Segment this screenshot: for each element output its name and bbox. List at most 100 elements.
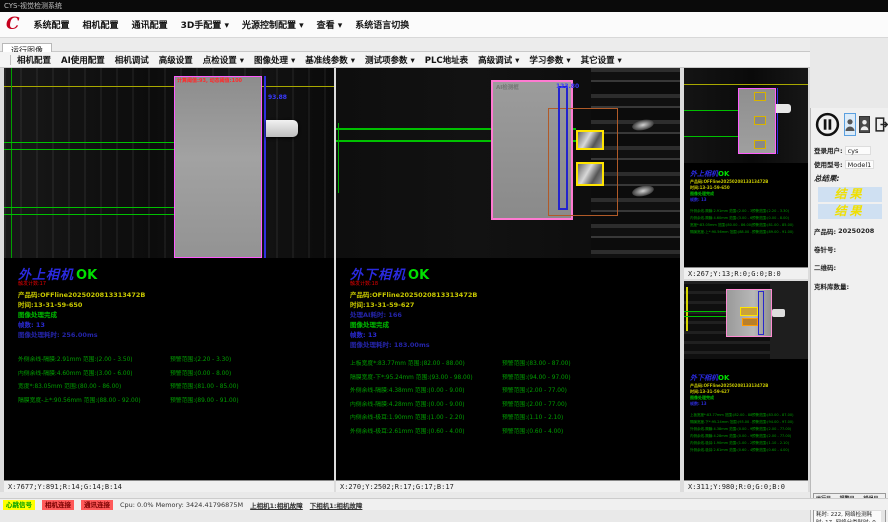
model-label: 使用型号: (814, 159, 843, 169)
menu-item-camera-config[interactable]: 相机配置 (83, 18, 119, 31)
camera-title: 外下相机OK (690, 373, 808, 383)
measurement-row: 上板宽度*:83.77mm 范围:(82.00 - 88.00)预警范围:(83… (350, 358, 680, 372)
measurement-row: 内侧余线-极耳:1.90mm 范围:(1.00 - 2.20)预警范围:(1.1… (690, 440, 808, 447)
tool-advanced-settings[interactable]: 高级设置 (159, 54, 193, 66)
frame-count-line: 帧数: 13 (350, 330, 680, 340)
reel-number-label: 卷针号: (814, 244, 836, 254)
overlay-blue-line (264, 76, 266, 258)
measurement-warn: 预警范围:(0.00 - 8.00) (170, 368, 231, 382)
login-user-button[interactable] (844, 113, 856, 136)
result-text-area: 外上相机OK 触发计数:17 产品码:OFFline20250208133134… (4, 258, 334, 480)
camera-name: 外下相机 (690, 374, 718, 382)
menu-item-language-switch[interactable]: 系统语言切换 (355, 18, 409, 31)
tool-baseline-params[interactable]: 基准线参数 ▾ (305, 54, 355, 66)
pause-button[interactable] (814, 111, 841, 138)
measurement-warn: 预警范围:(2.00 - 77.00) (502, 385, 567, 399)
window-title: CYS-视觉检测系统 (4, 2, 62, 10)
camera-image-small-bottom[interactable] (684, 281, 808, 359)
overlay-green-vline (338, 123, 339, 193)
comm-connection-badge: 通讯连接 (81, 500, 113, 510)
measurement-value: 外侧余线-隔膜:4.38mm 范围:(0.00 - 9.00) (690, 426, 752, 433)
measure-blue-box (558, 86, 568, 210)
camera-image-outer-upper[interactable]: 计算阈值:93, 动态阈值:100 93.88 (4, 68, 334, 258)
measurement-row: 宽度*:83.05mm 范围:(80.00 - 86.00)预警范围:(81.0… (690, 222, 808, 229)
menu-item-view[interactable]: 查看 ▾ (317, 18, 343, 31)
tab-detect-box (740, 307, 758, 316)
pixel-status-bar: X:7677;Y:891;R:14;G:14;B:14 (4, 480, 334, 492)
measurement-value: 内侧余线-隔膜:4.28mm 范围:(0.00 - 9.00) (690, 433, 752, 440)
measurement-warn: 预警范围:(83.00 - 87.00) (752, 412, 793, 419)
titlebar[interactable]: CYS-视觉检测系统 (0, 0, 888, 12)
measurement-list: 外侧余线-隔膜:2.91mm 范围:(2.00 - 3.50)预警范围:(2.2… (690, 208, 808, 236)
overlay-yellow-line (686, 287, 688, 331)
menu-item-3d-config[interactable]: 3D手配置 ▾ (181, 18, 229, 31)
result-ok-label: OK (718, 170, 729, 178)
measurement-list: 上板宽度*:83.77mm 范围:(82.00 - 88.00)预警范围:(83… (350, 358, 680, 439)
pixel-status-bar: X:270;Y:2502;R:17;G:17;B:17 (336, 480, 680, 492)
product-code-line: 产品码:OFFline2025020813313472B (18, 290, 334, 300)
measurement-warn: 预警范围:(1.10 - 2.10) (752, 440, 789, 447)
measure-value-label: 93.88 (268, 94, 287, 101)
result-ok-label: OK (76, 268, 97, 283)
tool-spot-check-settings[interactable]: 点检设置 ▾ (203, 54, 244, 66)
measurement-warn: 预警范围:(81.00 - 85.00) (170, 381, 239, 395)
measurement-value: 内侧余线-极耳:1.90mm 范围:(1.00 - 2.20) (350, 412, 502, 426)
measurement-row: 外侧余线-极耳:2.61mm 范围:(0.60 - 4.00)预警范围:(0.6… (350, 426, 680, 440)
login-user-row: 登录用户: cys (811, 144, 888, 156)
menu-item-system-config[interactable]: 系统配置 (34, 18, 70, 31)
tool-image-processing[interactable]: 图像处理 ▾ (254, 54, 295, 66)
model-value: Model1 (845, 160, 875, 169)
threshold-label: 计算阈值:93, 动态阈值:100 (177, 77, 242, 84)
measurement-row: 外侧余线-隔膜:4.38mm 范围:(0.00 - 9.00)预警范围:(2.0… (350, 385, 680, 399)
camera-image-outer-lower[interactable]: AI检测框 123.80 (336, 68, 680, 258)
tool-camera-config[interactable]: 相机配置 (17, 54, 51, 66)
menubar: C 系统配置 相机配置 通讯配置 3D手配置 ▾ 光源控制配置 ▾ 查看 ▾ 系… (0, 12, 888, 38)
measurement-warn: 预警范围:(2.00 - 77.00) (502, 399, 567, 413)
measure-value-label: 123.80 (556, 83, 579, 90)
main-area: 计算阈值:93, 动态阈值:100 93.88 外上相机OK 触发计数:17 产… (0, 68, 810, 492)
tool-advanced-debug[interactable]: 高级调试 ▾ (478, 54, 519, 66)
tool-plc-address-table[interactable]: PLC地址表 (425, 54, 468, 66)
tool-camera-debug[interactable]: 相机调试 (115, 54, 149, 66)
result-indicator-lower: 结果 (818, 204, 882, 219)
heartbeat-badge: 心跳信号 (3, 500, 35, 510)
menu-item-comm-config[interactable]: 通讯配置 (132, 18, 168, 31)
time-line: 时间:13-31-59-650 (18, 300, 334, 310)
measurement-list: 外侧余线-隔膜:2.91mm 范围:(2.00 - 3.50)预警范围:(2.2… (18, 354, 334, 408)
tool-learning-params[interactable]: 学习参数 ▾ (529, 54, 570, 66)
measurement-warn: 预警范围:(94.00 - 97.00) (502, 372, 571, 386)
measurement-warn: 预警范围:(89.00 - 91.00) (752, 229, 793, 236)
measurement-row: 内侧余线-隔膜:4.28mm 范围:(0.00 - 9.00)预警范围:(2.0… (690, 433, 808, 440)
overlay-blue-line (777, 88, 778, 154)
measurement-warn: 预警范围:(83.00 - 87.00) (502, 358, 571, 372)
inspection-region-box: 计算阈值:93, 动态阈值:100 (174, 76, 262, 258)
tool-ai-config[interactable]: AI使用配置 (61, 54, 105, 66)
measurement-value: 隔膜宽度-上*:90.56mm 范围:(88.00 - 92.00) (18, 395, 170, 409)
tool-other-settings[interactable]: 其它设置 ▾ (581, 54, 622, 66)
measurement-warn: 预警范围:(2.00 - 77.00) (752, 433, 791, 440)
frame-count-line: 帧数: 13 (690, 401, 808, 407)
result-ok-label: OK (408, 268, 429, 283)
tab-bar: 运行图像 (0, 38, 810, 52)
camera-image-small-top[interactable] (684, 68, 808, 163)
tab-detect-box (754, 140, 766, 149)
logout-door-icon (874, 117, 888, 132)
tool-test-params[interactable]: 测试项参数 ▾ (365, 54, 415, 66)
measurement-value: 宽度*:83.05mm 范围:(80.00 - 86.00) (18, 381, 170, 395)
measurement-row: 内侧余线-极耳:1.90mm 范围:(1.00 - 2.20)预警范围:(1.1… (350, 412, 680, 426)
menu-item-light-config[interactable]: 光源控制配置 ▾ (242, 18, 304, 31)
overlay-green-vline (11, 68, 12, 258)
ai-detect-label: AI检测框 (496, 83, 519, 91)
operator-icon (860, 119, 869, 131)
operator-button[interactable] (859, 116, 870, 133)
app-window: CYS-视觉检测系统 C 系统配置 相机配置 通讯配置 3D手配置 ▾ 光源控制… (0, 0, 888, 522)
measurement-warn: 预警范围:(0.60 - 4.00) (502, 426, 563, 440)
camera-title: 外上相机OK (690, 169, 808, 179)
electrode-tab (266, 120, 298, 137)
elapsed-line: 图像处理耗时: 183.00ms (350, 340, 680, 350)
exit-button[interactable] (873, 116, 888, 133)
measurement-warn: 预警范围:(2.20 - 3.30) (752, 208, 789, 215)
frame-count-line: 帧数: 13 (690, 197, 808, 203)
measurement-warn: 预警范围:(0.00 - 8.00) (752, 215, 789, 222)
measurement-row: 内侧余线-隔膜:4.60mm 范围:(3.00 - 6.00)预警范围:(0.0… (690, 215, 808, 222)
